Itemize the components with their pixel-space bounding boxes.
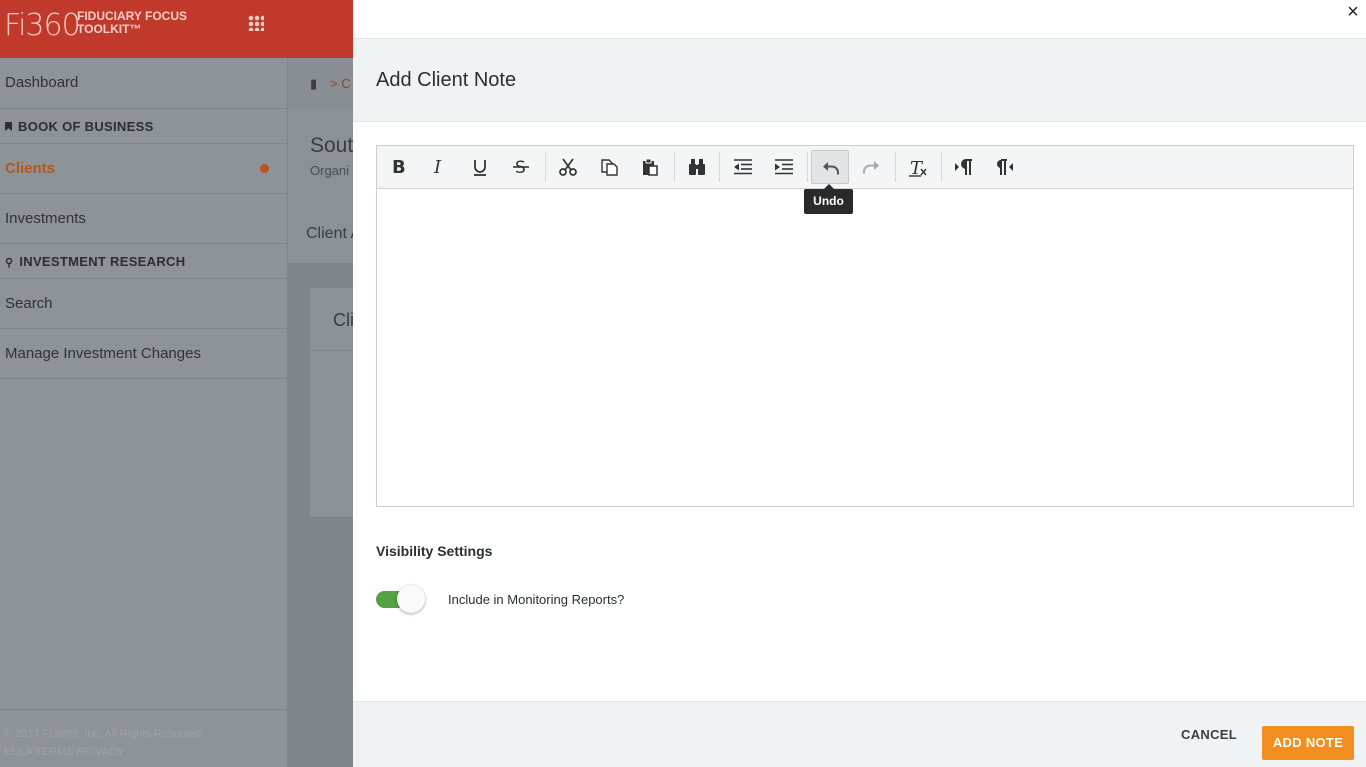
client-title: Sout (310, 134, 354, 157)
toolbar-separator (895, 152, 896, 182)
sidebar-header-label: INVESTMENT RESEARCH (19, 254, 186, 269)
toggle-knob (397, 585, 425, 613)
paste-icon (643, 158, 658, 176)
sidebar-header-book-of-business: BOOK OF BUSINESS (0, 109, 287, 144)
modal-title: Add Client Note (376, 69, 517, 91)
footer: © 2017 Fi360®, Inc. All Rights Reserved … (4, 725, 201, 761)
sidebar-header-label: BOOK OF BUSINESS (18, 119, 154, 134)
undo-tooltip: Undo (804, 184, 853, 214)
include-monitoring-label: Include in Monitoring Reports? (448, 592, 625, 607)
strikethrough-icon: S (513, 158, 529, 177)
cut-button[interactable] (549, 150, 587, 184)
breadcrumb-link[interactable]: > C (330, 76, 351, 91)
toolbar-separator (674, 152, 675, 182)
modal-header: Add Client Note (353, 38, 1366, 122)
undo-icon (823, 162, 839, 175)
sidebar: Dashboard BOOK OF BUSINESS Clients Inves… (0, 58, 288, 767)
bookmark-icon (5, 122, 12, 131)
toolbar-separator (807, 152, 808, 182)
footer-links[interactable]: EULA TERMS PRIVACY (4, 743, 201, 761)
rich-text-editor: B I S T (376, 145, 1354, 507)
logo: Fi360 (4, 8, 81, 43)
editor-toolbar: B I S T (377, 146, 1353, 189)
modal-footer: CANCEL ADD NOTE (353, 701, 1366, 767)
strikethrough-button[interactable]: S (502, 150, 540, 184)
toolbar-separator (545, 152, 546, 182)
active-indicator-dot (260, 163, 269, 173)
indent-button[interactable] (765, 150, 803, 184)
brand-name: FIDUCIARY FOCUS TOOLKIT™ (77, 9, 188, 36)
ltr-icon (955, 159, 972, 175)
search-icon: ⚲ (5, 257, 14, 269)
underline-icon (474, 160, 486, 176)
cut-icon (559, 158, 577, 176)
sidebar-item-clients[interactable]: Clients (0, 144, 287, 194)
indent-icon (775, 159, 793, 175)
bold-button[interactable]: B (379, 150, 417, 184)
ltr-button[interactable] (945, 150, 983, 184)
card-title: Cli (333, 310, 354, 330)
rtl-icon (997, 159, 1013, 175)
home-icon[interactable]: ▮ (310, 76, 317, 92)
copyright-text: © 2017 Fi360®, Inc. All Rights Reserved (4, 728, 202, 740)
binoculars-icon (689, 159, 705, 175)
svg-text:B: B (392, 157, 406, 177)
sidebar-item-label: Investments (5, 210, 86, 227)
sidebar-item-label: Search (5, 295, 53, 312)
close-button[interactable]: × (1342, 0, 1364, 24)
italic-button[interactable]: I (420, 150, 458, 184)
sidebar-item-label: Clients (5, 160, 56, 177)
footer-divider (0, 709, 287, 710)
remove-format-icon: T (909, 158, 927, 177)
redo-button[interactable] (852, 150, 890, 184)
paste-button[interactable] (631, 150, 669, 184)
sidebar-item-manage-investment-changes[interactable]: Manage Investment Changes (0, 329, 287, 379)
include-monitoring-toggle[interactable] (376, 585, 426, 613)
underline-button[interactable] (461, 150, 499, 184)
sidebar-item-label: Dashboard (5, 74, 79, 91)
find-button[interactable] (678, 150, 716, 184)
remove-format-button[interactable]: T (899, 150, 937, 184)
italic-icon: I (433, 157, 442, 177)
copy-button[interactable] (590, 150, 628, 184)
toolbar-separator (719, 152, 720, 182)
toolbar-separator (941, 152, 942, 182)
outdent-button[interactable] (724, 150, 762, 184)
undo-button[interactable] (811, 150, 849, 184)
sidebar-item-investments[interactable]: Investments (0, 194, 287, 244)
sidebar-item-search[interactable]: Search (0, 279, 287, 329)
bold-icon: B (392, 157, 406, 177)
add-note-button[interactable]: ADD NOTE (1262, 726, 1354, 760)
outdent-icon (734, 159, 752, 175)
sidebar-item-dashboard[interactable]: Dashboard (0, 58, 287, 109)
client-subtitle: Organi (310, 163, 350, 178)
add-client-note-modal: × Add Client Note B I S T Undo Visibilit… (353, 0, 1366, 767)
sidebar-header-investment-research: ⚲ INVESTMENT RESEARCH (0, 244, 287, 279)
rtl-button[interactable] (986, 150, 1024, 184)
visibility-settings-title: Visibility Settings (376, 543, 493, 559)
svg-text:I: I (433, 157, 442, 177)
sidebar-item-label: Manage Investment Changes (5, 345, 201, 362)
cancel-button[interactable]: CANCEL (1181, 727, 1237, 742)
redo-icon (863, 161, 879, 174)
note-text-area[interactable] (377, 189, 1353, 506)
apps-grid-icon[interactable] (248, 15, 264, 31)
copy-icon (601, 159, 618, 176)
